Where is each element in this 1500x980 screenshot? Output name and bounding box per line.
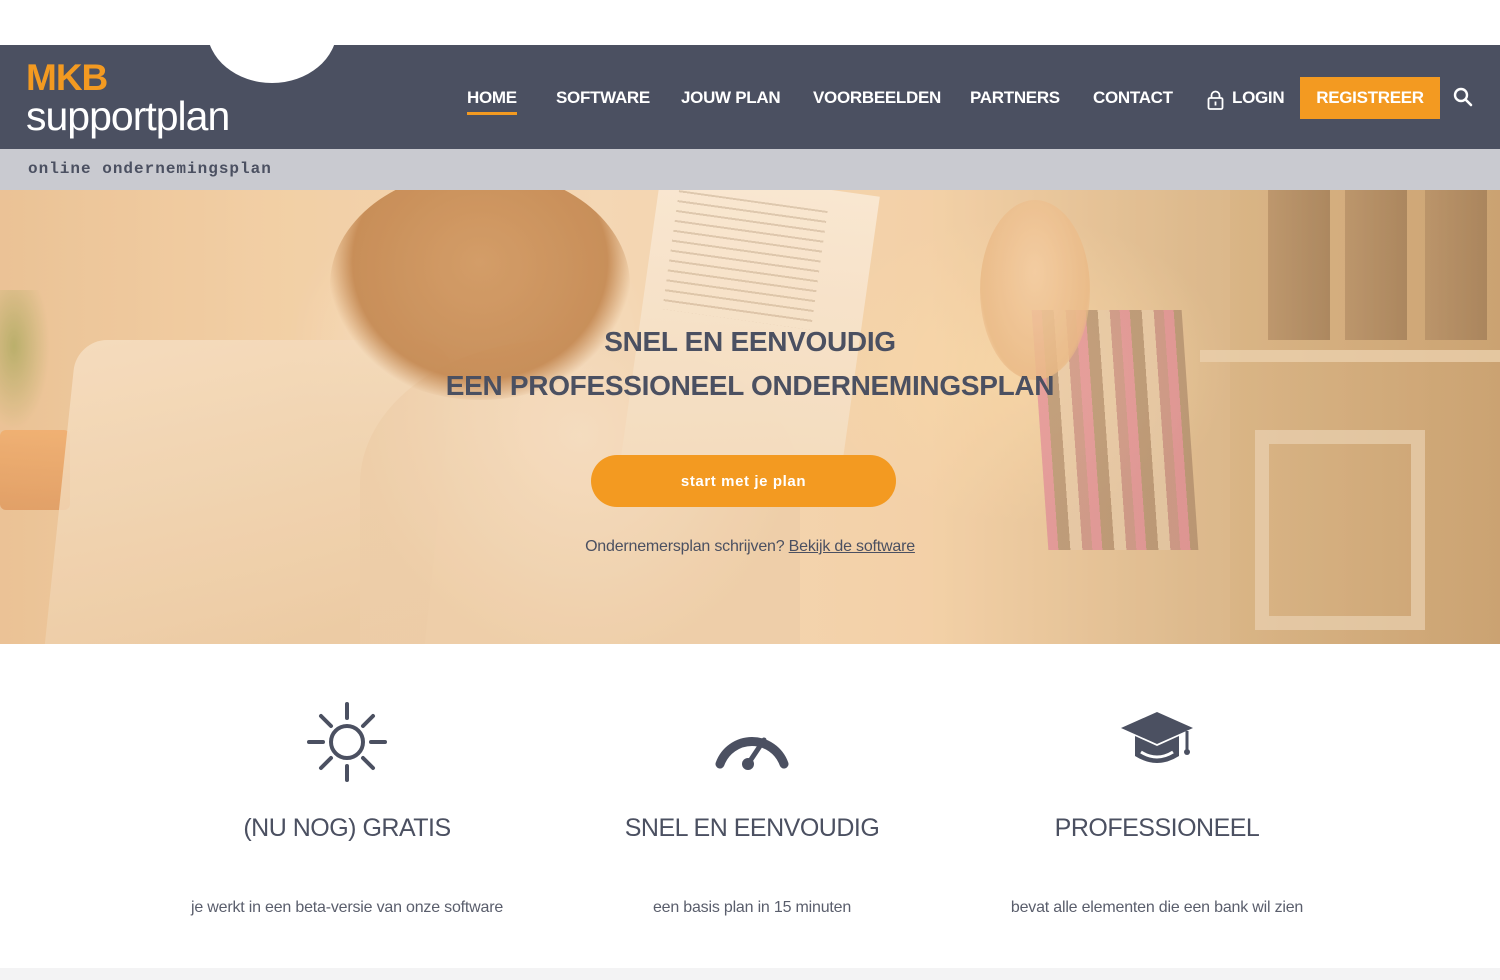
site-logo[interactable]: MKB supportplan	[26, 57, 230, 139]
nav-item-voorbeelden[interactable]: VOORBEELDEN	[813, 88, 941, 108]
hero-subtext: Ondernemersplan schrijven? Bekijk de sof…	[0, 538, 1500, 556]
nav-item-contact[interactable]: CONTACT	[1093, 88, 1173, 108]
nav-item-jouw-plan[interactable]: JOUW PLAN	[681, 88, 781, 108]
feature-title: (NU NOG) GRATIS	[243, 814, 451, 842]
view-software-link[interactable]: Bekijk de software	[789, 538, 915, 555]
hero-section: SNEL EN EENVOUDIG EEN PROFESSIONEEL ONDE…	[0, 190, 1500, 644]
start-plan-button[interactable]: start met je plan	[591, 455, 896, 507]
bottom-strip	[0, 968, 1500, 980]
tagline-text: online ondernemingsplan	[28, 160, 272, 178]
hero-title-line1: SNEL EN EENVOUDIG	[604, 326, 896, 357]
nav-item-login[interactable]: LOGIN	[1232, 88, 1285, 108]
feature-professioneel: PROFESSIONEEL bevat alle elementen die e…	[957, 700, 1357, 917]
nav-item-home[interactable]: HOME	[467, 88, 517, 115]
nav-item-software[interactable]: SOFTWARE	[556, 88, 650, 108]
feature-description: een basis plan in 15 minuten	[652, 899, 852, 916]
hero-subtext-label: Ondernemersplan schrijven?	[585, 538, 785, 555]
feature-description: je werkt in een beta-versie van onze sof…	[190, 899, 504, 916]
logo-name-text: supportplan	[26, 93, 230, 139]
site-header: MKB supportplan HOME SOFTWARE JOUW PLAN …	[0, 45, 1500, 149]
speedometer-icon	[715, 736, 789, 770]
nav-item-partners[interactable]: PARTNERS	[970, 88, 1060, 108]
sun-icon	[307, 702, 387, 782]
graduation-cap-icon	[1121, 712, 1193, 763]
feature-description: bevat alle elementen die een bank wil zi…	[1010, 899, 1304, 916]
tagline-bar: online ondernemingsplan	[0, 149, 1500, 190]
search-icon[interactable]	[1453, 87, 1473, 107]
register-button[interactable]: REGISTREER	[1300, 77, 1440, 119]
hero-title-line2: EEN PROFESSIONEEL ONDERNEMINGSPLAN	[445, 370, 1055, 401]
top-strip	[0, 0, 1500, 45]
feature-gratis: (NU NOG) GRATIS je werkt in een beta-ver…	[147, 700, 547, 917]
feature-title: PROFESSIONEEL	[1054, 814, 1260, 842]
hero-overlay	[0, 190, 1500, 644]
lock-icon	[1207, 90, 1224, 110]
logo-mkb-text: MKB	[26, 57, 108, 98]
feature-snel: SNEL EN EENVOUDIG een basis plan in 15 m…	[552, 700, 952, 917]
feature-title: SNEL EN EENVOUDIG	[624, 814, 880, 842]
